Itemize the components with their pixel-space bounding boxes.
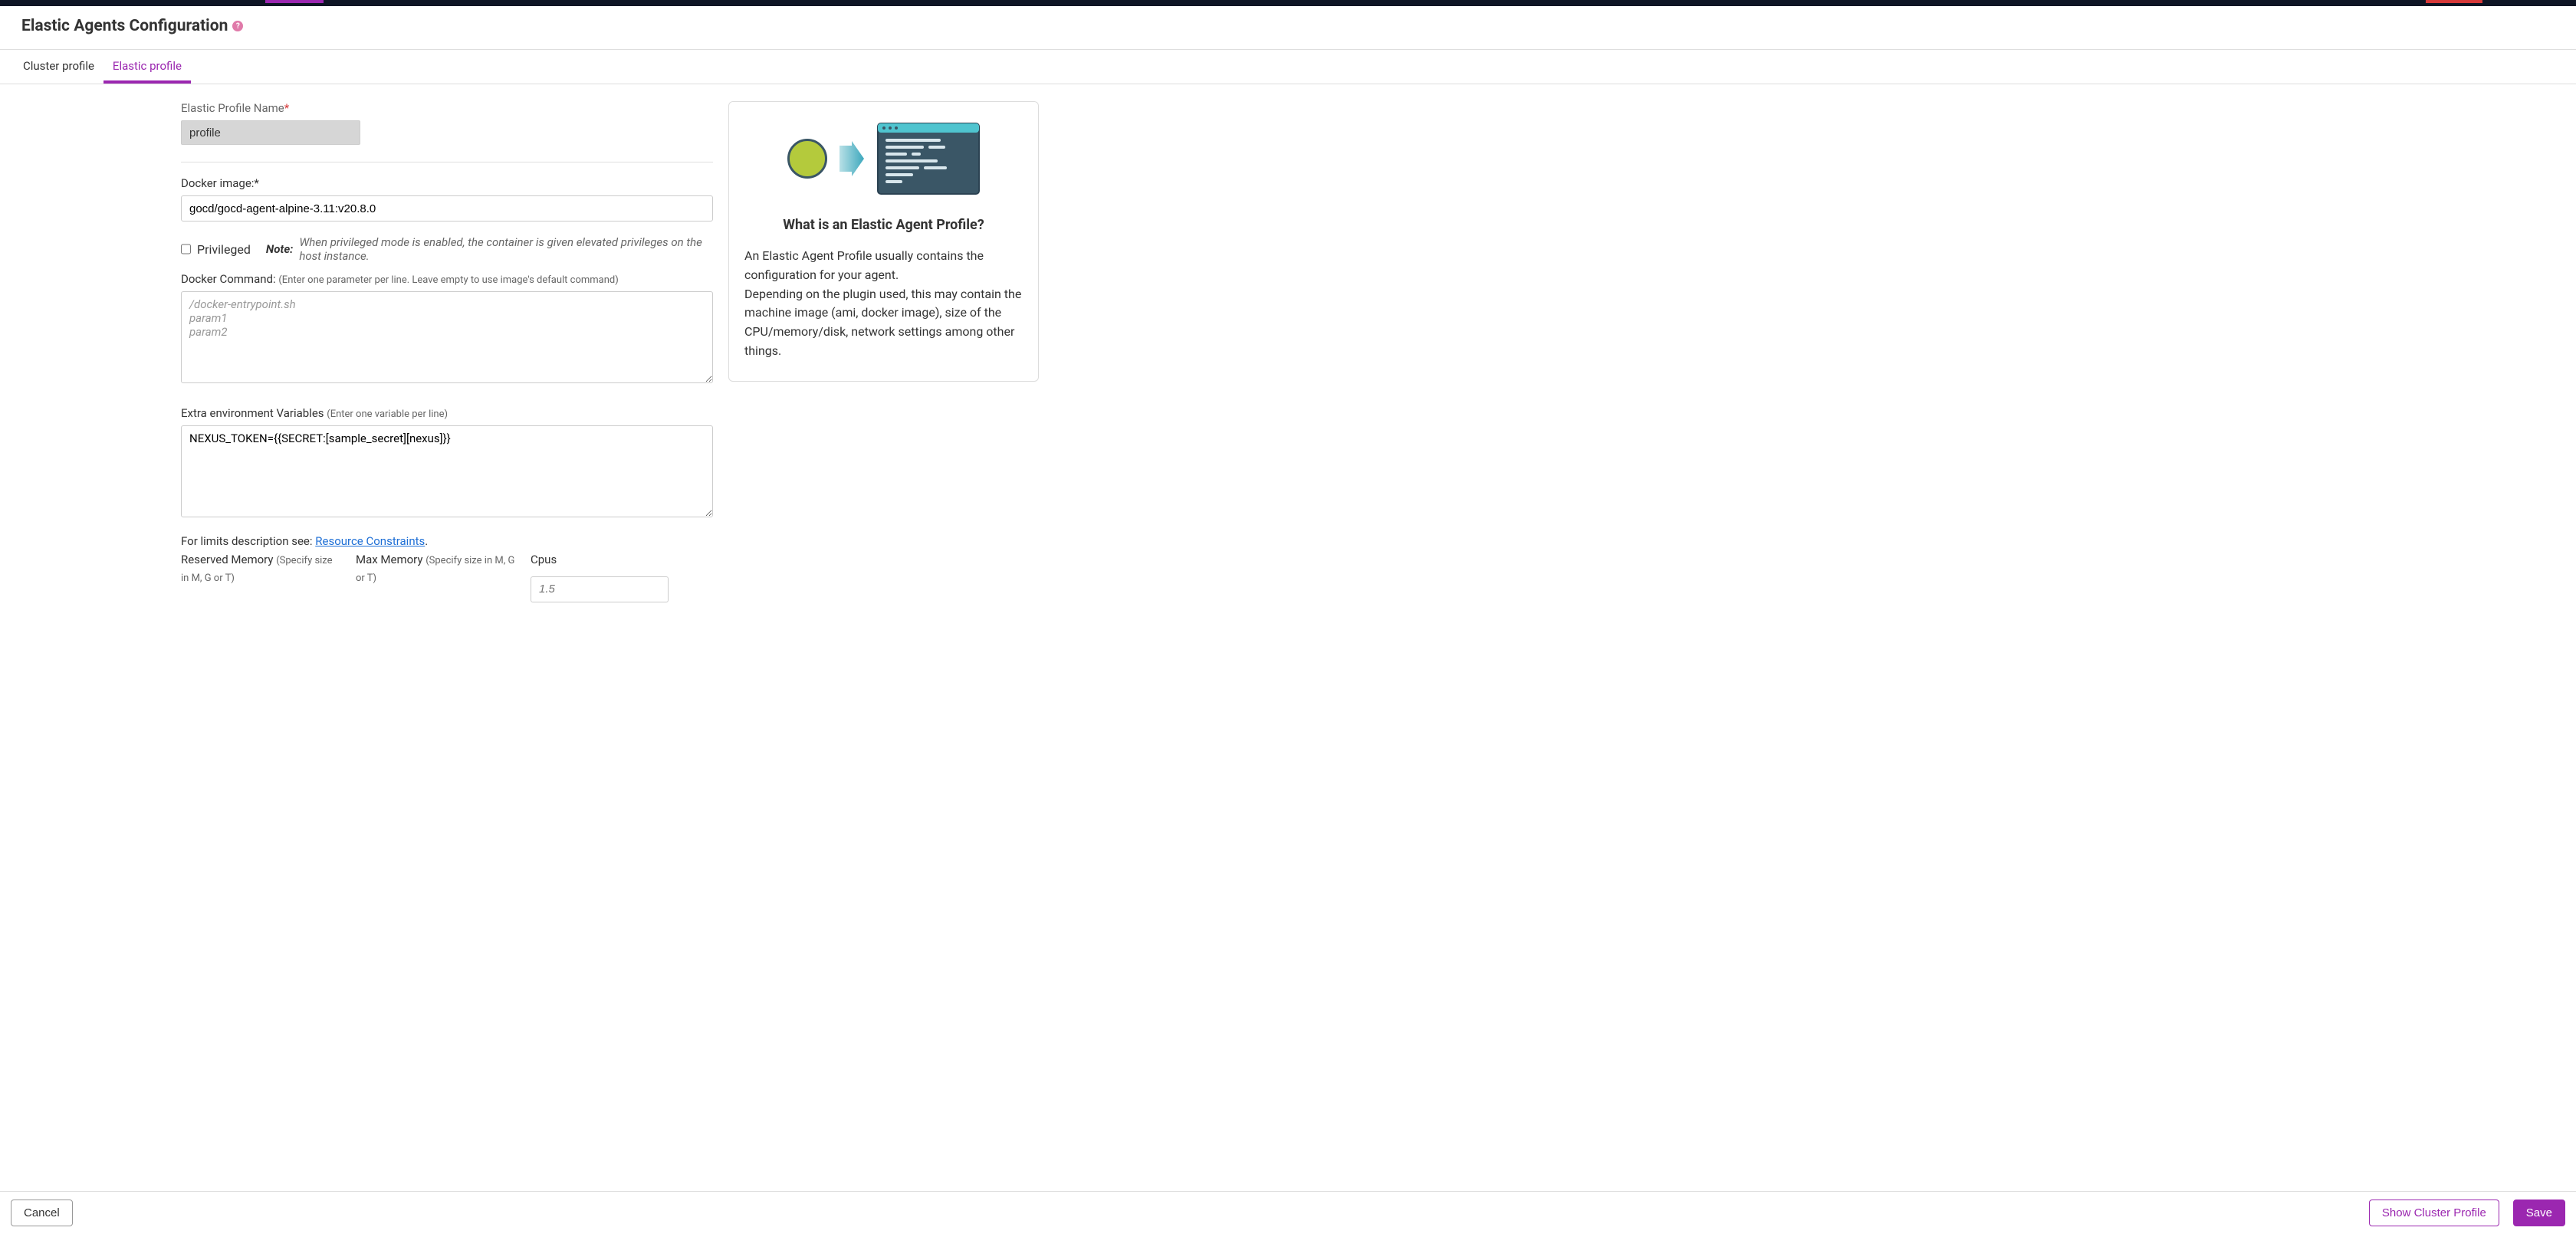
- reserved-memory-label-text: Reserved Memory: [181, 553, 276, 566]
- nav-accent-red: [2426, 0, 2482, 3]
- max-memory-label-text: Max Memory: [356, 553, 426, 566]
- footer-bar: Cancel Show Cluster Profile Save: [0, 1191, 2576, 1234]
- docker-command-label: Docker Command: (Enter one parameter per…: [181, 272, 713, 286]
- show-cluster-profile-button[interactable]: Show Cluster Profile: [2369, 1200, 2499, 1226]
- env-vars-textarea[interactable]: [181, 425, 713, 517]
- limits-description: For limits description see: Resource Con…: [181, 534, 713, 548]
- tab-elastic-profile[interactable]: Elastic profile: [104, 50, 191, 84]
- profile-name-group: Elastic Profile Name*: [181, 101, 713, 145]
- page-title-text: Elastic Agents Configuration: [21, 17, 228, 35]
- cancel-button[interactable]: Cancel: [11, 1200, 73, 1226]
- max-memory-col: Max Memory (Specify size in M, G or T): [356, 551, 515, 602]
- docker-image-input[interactable]: [181, 195, 713, 222]
- privileged-row: Privileged Note: When privileged mode is…: [181, 235, 713, 263]
- profile-name-label: Elastic Profile Name*: [181, 101, 713, 115]
- env-vars-label-text: Extra environment Variables: [181, 406, 327, 420]
- reserved-memory-label: Reserved Memory (Specify size in M, G or…: [181, 551, 340, 586]
- docker-command-group: Docker Command: (Enter one parameter per…: [181, 272, 713, 386]
- arrow-right-icon: [838, 139, 866, 178]
- limits-row: Reserved Memory (Specify size in M, G or…: [181, 551, 713, 602]
- cpus-input[interactable]: [531, 576, 669, 602]
- profile-name-label-text: Elastic Profile Name: [181, 101, 284, 115]
- info-text-1: An Elastic Agent Profile usually contain…: [744, 247, 1023, 285]
- help-icon[interactable]: ?: [232, 21, 243, 31]
- top-nav-bar: [0, 0, 2576, 6]
- docker-command-hint: (Enter one parameter per line. Leave emp…: [278, 274, 618, 286]
- docker-command-label-text: Docker Command:: [181, 272, 278, 286]
- footer-right: Show Cluster Profile Save: [2369, 1200, 2565, 1226]
- page-header: Elastic Agents Configuration ?: [0, 6, 2576, 50]
- info-text-2: Depending on the plugin used, this may c…: [744, 285, 1023, 361]
- reserved-memory-col: Reserved Memory (Specify size in M, G or…: [181, 551, 340, 602]
- docker-image-label: Docker image:*: [181, 176, 713, 190]
- docker-command-textarea[interactable]: [181, 291, 713, 383]
- info-title: What is an Elastic Agent Profile?: [744, 217, 1023, 233]
- tab-cluster-profile[interactable]: Cluster profile: [14, 50, 104, 84]
- info-column: What is an Elastic Agent Profile? An Ela…: [728, 101, 1039, 602]
- env-vars-group: Extra environment Variables (Enter one v…: [181, 406, 713, 520]
- env-vars-hint: (Enter one variable per line): [327, 409, 448, 420]
- privileged-note-label: Note:: [266, 242, 293, 256]
- resource-constraints-link[interactable]: Resource Constraints: [315, 534, 425, 548]
- info-card: What is an Elastic Agent Profile? An Ela…: [728, 101, 1039, 382]
- profile-name-input[interactable]: [181, 120, 360, 145]
- page-title: Elastic Agents Configuration ?: [21, 17, 2555, 35]
- terminal-window-icon: [876, 122, 981, 195]
- limits-desc-text: For limits description see:: [181, 534, 315, 548]
- agent-circle-icon: [787, 139, 827, 179]
- tabs: Cluster profile Elastic profile: [0, 50, 2576, 84]
- cpus-col: Cpus: [531, 551, 669, 602]
- privileged-note-text: When privileged mode is enabled, the con…: [299, 235, 713, 263]
- info-illustration: [744, 117, 1023, 209]
- required-marker: *: [284, 101, 289, 115]
- save-button[interactable]: Save: [2513, 1200, 2565, 1226]
- cpus-label: Cpus: [531, 551, 669, 569]
- privileged-label[interactable]: Privileged: [197, 242, 251, 257]
- docker-image-group: Docker image:*: [181, 176, 713, 222]
- max-memory-label: Max Memory (Specify size in M, G or T): [356, 551, 515, 586]
- env-vars-label: Extra environment Variables (Enter one v…: [181, 406, 713, 420]
- content-area: Elastic Profile Name* Docker image:* Pri…: [0, 84, 2576, 664]
- limits-period: .: [425, 534, 428, 548]
- privileged-checkbox[interactable]: [181, 244, 191, 254]
- nav-accent: [265, 0, 324, 3]
- form-column: Elastic Profile Name* Docker image:* Pri…: [181, 101, 713, 602]
